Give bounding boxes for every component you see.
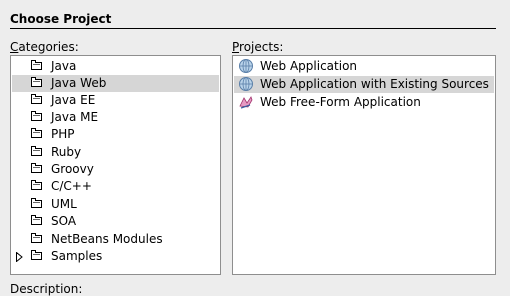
category-item-groovy[interactable]: Groovy xyxy=(12,161,219,178)
folder-icon xyxy=(31,180,42,190)
folder-icon xyxy=(31,60,42,70)
project-item-web-application[interactable]: Web Application xyxy=(234,58,494,75)
categories-tree[interactable]: Java Java Web Java EE Java ME PHP Ruby G… xyxy=(10,55,221,275)
folder-icon xyxy=(31,250,42,260)
folder-icon xyxy=(31,215,42,225)
category-item-samples[interactable]: Samples xyxy=(12,248,219,265)
category-item-php[interactable]: PHP xyxy=(12,126,219,143)
category-item-java-web[interactable]: Java Web xyxy=(12,75,219,92)
projects-label: Projects: xyxy=(232,40,284,54)
folder-icon xyxy=(31,163,42,173)
globe-icon xyxy=(238,58,254,74)
folder-icon xyxy=(31,111,42,121)
project-item-web-application-existing-sources[interactable]: Web Application with Existing Sources xyxy=(234,76,494,93)
category-item-java-me[interactable]: Java ME xyxy=(12,109,219,126)
category-item-java-ee[interactable]: Java EE xyxy=(12,92,219,109)
folder-icon xyxy=(31,233,42,243)
description-label: Description: xyxy=(10,282,83,296)
category-item-ruby[interactable]: Ruby xyxy=(12,144,219,161)
expand-arrow-icon[interactable] xyxy=(15,248,23,265)
category-item-c-cpp[interactable]: C/C++ xyxy=(12,178,219,195)
freeform-web-icon xyxy=(238,94,254,110)
folder-icon xyxy=(31,94,42,104)
project-item-web-free-form-application[interactable]: Web Free-Form Application xyxy=(234,94,494,111)
folder-icon xyxy=(31,128,42,138)
category-item-netbeans-modules[interactable]: NetBeans Modules xyxy=(12,231,219,248)
choose-project-header: Choose Project xyxy=(10,10,496,29)
folder-icon xyxy=(31,146,42,156)
folder-icon xyxy=(31,198,42,208)
category-item-java[interactable]: Java xyxy=(12,58,219,75)
categories-label: Categories: xyxy=(10,40,79,54)
folder-icon xyxy=(31,77,42,87)
category-item-uml[interactable]: UML xyxy=(12,196,219,213)
globe-icon xyxy=(238,76,254,92)
projects-list[interactable]: Web Application Web Application with Exi… xyxy=(232,55,496,275)
page-title: Choose Project xyxy=(10,12,112,26)
category-item-soa[interactable]: SOA xyxy=(12,213,219,230)
